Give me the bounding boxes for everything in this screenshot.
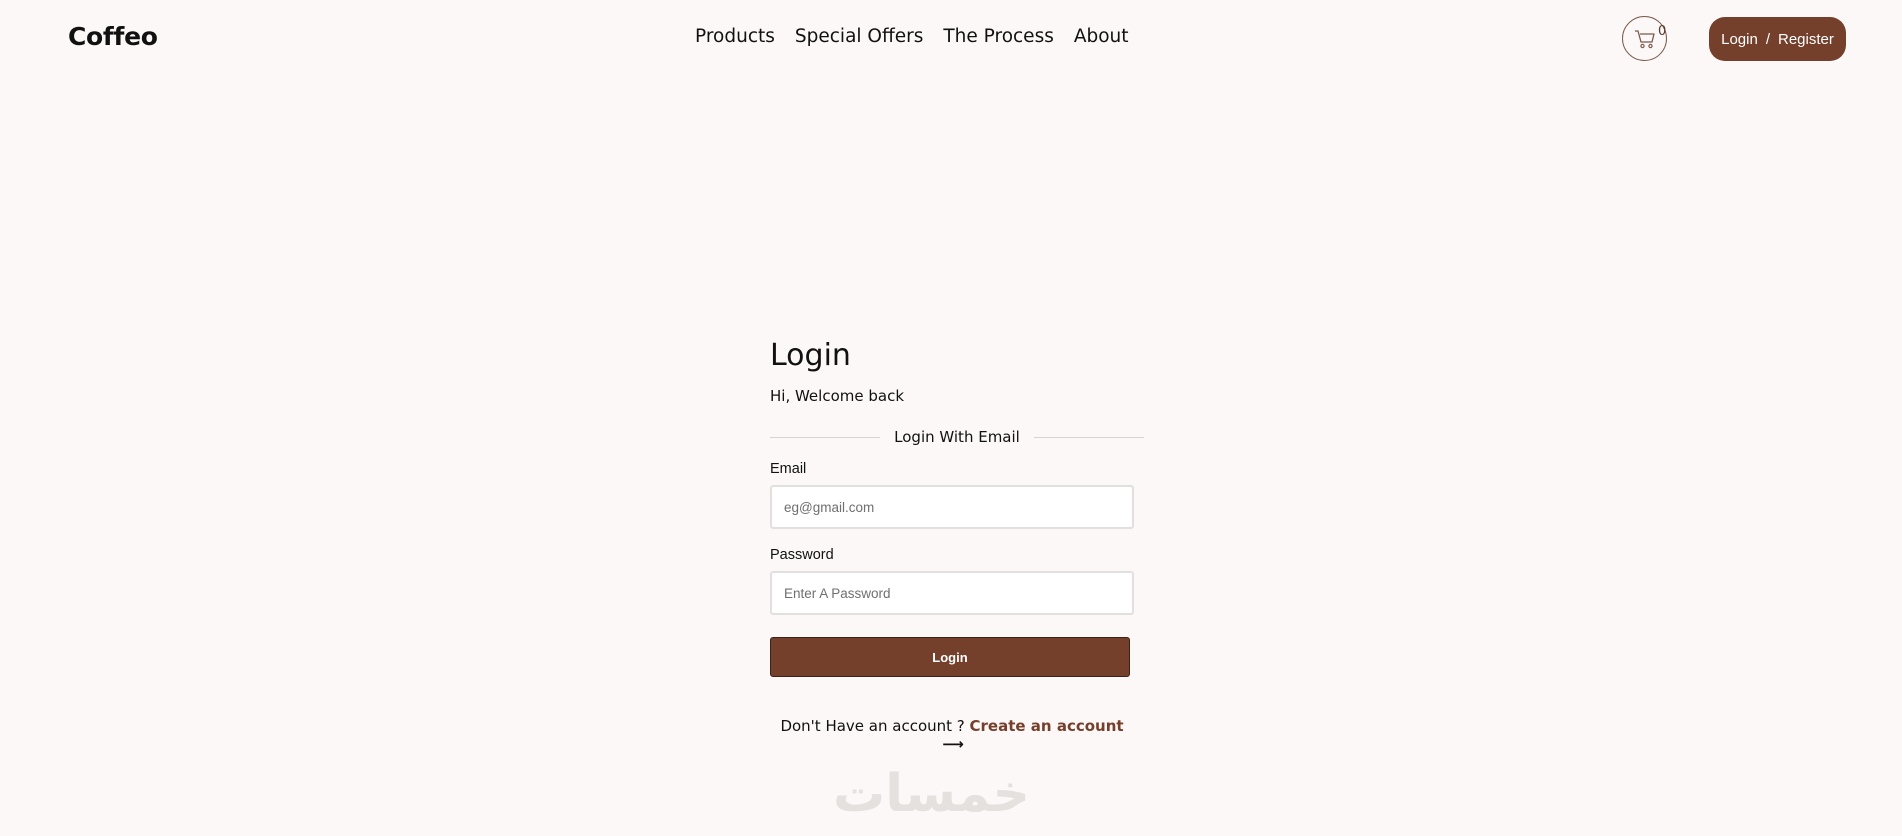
divider-line-left [770,437,880,438]
nav-link-products[interactable]: Products [695,26,775,47]
auth-separator: / [1765,30,1770,48]
cart-icon [1635,30,1655,49]
main-nav: Products Special Offers The Process Abou… [695,26,1129,47]
login-method-divider: Login With Email [770,427,1144,447]
cart-button[interactable]: 0 [1622,16,1667,61]
top-navbar: Coffeo Products Special Offers The Proce… [0,0,1902,78]
signup-prompt: Don't Have an account ? Create an accoun… [770,717,1134,753]
divider-label: Login With Email [886,428,1028,446]
login-register-button[interactable]: Login / Register [1709,17,1846,61]
login-submit-button[interactable]: Login [770,637,1130,677]
brand-logo[interactable]: Coffeo [68,22,158,51]
email-label: Email [770,461,807,477]
login-title: Login [770,338,851,373]
cart-count-badge: 0 [1658,24,1667,39]
email-field[interactable] [770,485,1134,529]
divider-line-right [1034,437,1144,438]
arrow-right-icon: ⟶ [942,735,964,753]
create-account-link[interactable]: Create an account ⟶ [940,717,1123,753]
welcome-text: Hi, Welcome back [770,387,905,405]
login-form: Login Hi, Welcome back Login With Email … [770,338,1144,753]
watermark-logo: خمسات [833,764,1031,824]
nav-link-about[interactable]: About [1074,26,1129,47]
signup-prompt-text: Don't Have an account ? [780,717,965,735]
password-label: Password [770,547,834,563]
create-account-label: Create an account [969,717,1124,735]
auth-register-label: Register [1778,30,1834,48]
auth-login-label: Login [1721,30,1758,48]
nav-link-the-process[interactable]: The Process [943,26,1053,47]
password-field[interactable] [770,571,1134,615]
nav-link-special-offers[interactable]: Special Offers [795,26,923,47]
